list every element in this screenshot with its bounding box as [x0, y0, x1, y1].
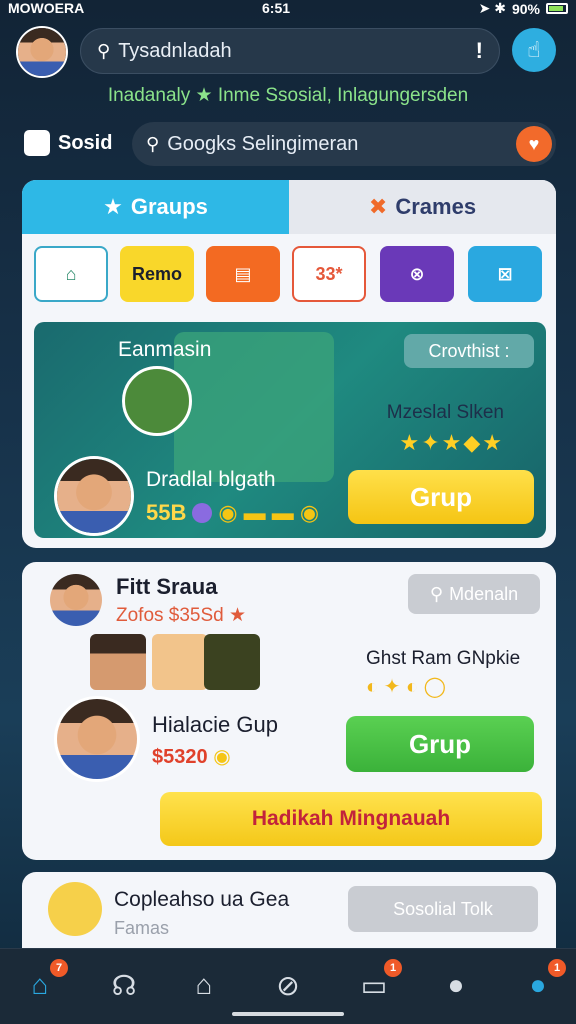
social-talk-card: Copleahso ua Gea Famas Sosolial Tolk [22, 872, 556, 948]
house-outline-icon: ⌂ [195, 969, 213, 1000]
top-search-bar[interactable]: ⚲ Tysadnladah ! [80, 28, 500, 74]
social-label-text: Sosid [58, 131, 113, 154]
player-avatar[interactable] [54, 456, 134, 536]
host-name: Hialacie Gup [152, 712, 278, 737]
member-thumb-3[interactable] [204, 634, 260, 690]
coin-icon: ◉ [213, 746, 231, 768]
nav-friends[interactable]: ☊ [104, 963, 144, 1007]
coin-icon [192, 503, 213, 523]
invite-button[interactable]: Hadikah Mingnauah [160, 792, 542, 846]
join-group-button[interactable]: Grup [348, 470, 534, 524]
people-icon: ☊ [111, 969, 137, 1001]
banner-subtitle: Mzeslal Slken [386, 402, 504, 423]
alert-icon[interactable]: ! [476, 38, 483, 64]
chip-tag[interactable]: ⊠ [468, 246, 542, 302]
top-search-text: Tysadnladah [118, 39, 232, 62]
game-title: Ghst Ram GNpkie [366, 648, 521, 669]
star-icon: ★ [103, 194, 123, 219]
player-score: 55B ◉ ▬ ▬ ◉ [146, 500, 319, 526]
nav-inbox[interactable]: ▭ 1 [354, 959, 402, 1007]
battery-percent: 90% [511, 0, 540, 17]
host-score: $5320 ◉ [152, 744, 231, 769]
account-badge: 1 [548, 959, 566, 977]
chip-remo[interactable]: Remo [120, 246, 194, 302]
chip-count[interactable]: 33* [292, 246, 366, 302]
featured-banner[interactable]: Eanmasin Crovthist : Mzeslal Slken ★✦★◆★… [34, 322, 546, 538]
group-sub: Zofos $35Sd ★ [116, 605, 247, 626]
social-search-bar[interactable]: ⚲ Googks Selingimeran ♥ [132, 122, 556, 166]
gesture-button[interactable]: ☝ [512, 28, 556, 72]
plant-image [122, 366, 192, 436]
search-icon: ⚲ [146, 133, 160, 154]
talk-sub: Famas [114, 918, 170, 938]
status-bar: MOWOERA 6:51 ➤ ✱ 90% [0, 0, 576, 18]
puzzle-icon [24, 130, 50, 156]
clock: 6:51 [262, 0, 291, 16]
home-badge: 7 [50, 959, 68, 977]
compass-icon: ⊘ [276, 969, 300, 1001]
nav-account[interactable]: ● 1 [518, 959, 566, 1007]
search-people-icon: ⚲ [429, 583, 444, 604]
group-detail-card: Fitt Sraua Zofos $35Sd ★ ⚲ Mdenaln Ghst … [22, 562, 556, 860]
person-icon: ● [447, 969, 465, 1000]
home-indicator [232, 1012, 344, 1016]
rating-stars: ★✦★◆★ [399, 430, 504, 455]
games-icon: ✖ [368, 194, 388, 219]
banner-title: Eanmasin [118, 338, 212, 361]
nav-explore[interactable]: ⊘ [268, 963, 308, 1007]
group-name: Fitt Sraua [116, 574, 218, 599]
tag-icon: ⊠ [497, 263, 513, 284]
social-talk-pill[interactable]: Sosolial Tolk [348, 886, 538, 932]
player-score-value: 55B [146, 500, 187, 525]
nav-profile[interactable]: ● [436, 963, 476, 1007]
scroll-icon: ▤ [234, 263, 252, 284]
host-score-value: $5320 [152, 746, 208, 768]
battery-icon [546, 3, 568, 14]
nav-home[interactable]: ⌂ 7 [20, 959, 68, 1007]
chip-no-entry[interactable]: ⊗ [380, 246, 454, 302]
inbox-badge: 1 [384, 959, 402, 977]
members-pill[interactable]: ⚲ Mdenaln [408, 574, 540, 614]
character-avatar[interactable] [48, 882, 102, 936]
join-button[interactable]: Grup [346, 716, 534, 772]
home-icon: ⌂ [31, 969, 49, 1000]
crowd-pill[interactable]: Crovthist : [404, 334, 534, 368]
members-pill-label: Mdenaln [449, 583, 519, 604]
cross-circle-icon: ⊗ [409, 263, 425, 284]
chip-card[interactable]: ▤ [206, 246, 280, 302]
talk-title: Copleahso ua Gea [114, 888, 290, 911]
host-avatar[interactable] [54, 696, 140, 782]
player-name: Dradlal blgath [146, 468, 276, 491]
profile-avatar[interactable] [16, 26, 68, 78]
heart-icon[interactable]: ♥ [516, 126, 552, 162]
tab-groups[interactable]: ★ Graups [22, 180, 289, 234]
member-thumb-2[interactable] [152, 634, 208, 690]
tab-games-label: Crames [395, 194, 477, 219]
hand-icon: ☝ [527, 37, 541, 62]
signal-icon: ➤ ✱ [478, 0, 506, 16]
social-label[interactable]: Sosid [24, 130, 112, 156]
social-search-text: Googks Selingimeran [167, 132, 359, 155]
chip-home[interactable]: ⌂ [34, 246, 108, 302]
house-icon: ⌂ [65, 263, 77, 284]
groups-card: ★ Graups ✖ Crames ⌂ Remo ▤ 33* ⊗ ⊠ Eanma… [22, 180, 556, 548]
account-icon: ● [529, 969, 547, 1000]
coin-icon-2: ◉ ▬ ▬ ◉ [218, 500, 320, 525]
group-avatar[interactable] [50, 574, 102, 626]
inbox-icon: ▭ [360, 969, 388, 1001]
nav-house[interactable]: ⌂ [184, 963, 224, 1007]
tagline: Inadanaly ★ Inme Ssosial, Inlagungersden [107, 85, 469, 106]
tab-games[interactable]: ✖ Crames [289, 180, 556, 234]
user-search-icon: ⚲ [97, 40, 111, 61]
member-thumb-1[interactable] [90, 634, 146, 690]
tab-groups-label: Graups [130, 194, 208, 219]
carrier-label: MOWOERA [8, 0, 85, 16]
reward-icons: ◐ ✦ ◐ ◯ [366, 676, 446, 698]
category-chips: ⌂ Remo ▤ 33* ⊗ ⊠ [34, 246, 546, 302]
